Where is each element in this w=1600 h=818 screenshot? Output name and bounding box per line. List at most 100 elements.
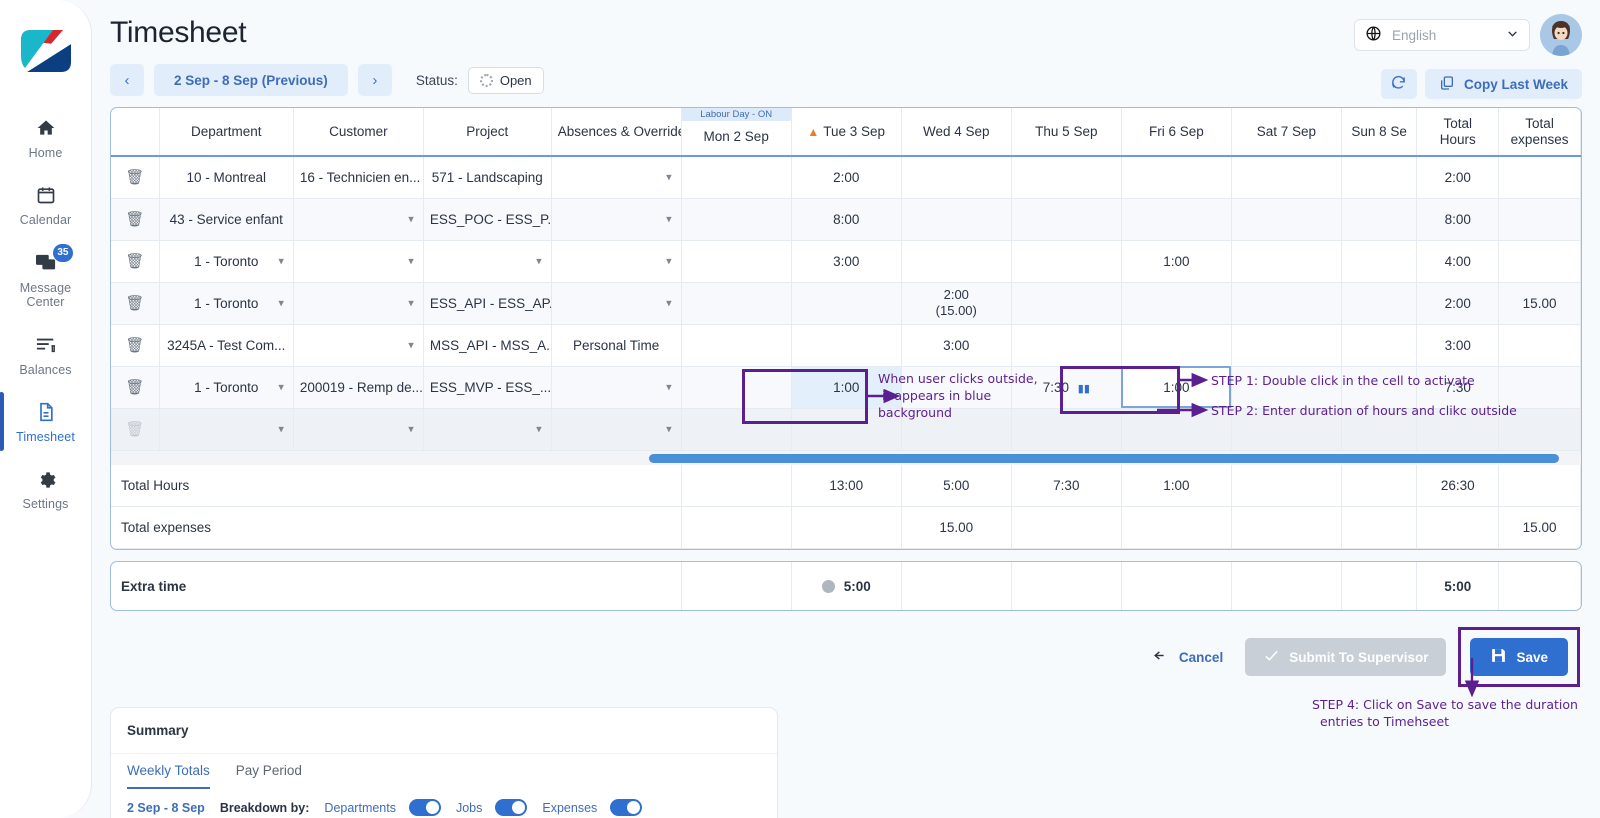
- save-button[interactable]: Save: [1470, 638, 1568, 676]
- cell-department[interactable]: 1 - Toronto ▾: [159, 366, 294, 409]
- cell-customer[interactable]: ▾: [293, 324, 424, 367]
- horizontal-scrollbar[interactable]: [111, 450, 1581, 465]
- sidebar-item-balances[interactable]: Balances: [0, 321, 91, 388]
- cell-mon[interactable]: [681, 324, 792, 367]
- sidebar-item-message-center[interactable]: 35 Message Center: [0, 239, 91, 321]
- next-week-button[interactable]: ›: [357, 64, 392, 96]
- cell-department[interactable]: ▾: [159, 408, 294, 451]
- cell-fri[interactable]: 1:00: [1121, 240, 1232, 283]
- delete-row-button[interactable]: 🗑: [111, 198, 160, 241]
- cell-absences[interactable]: ▾: [551, 156, 682, 199]
- cell-project[interactable]: ▾: [423, 408, 552, 451]
- cancel-button[interactable]: Cancel: [1143, 640, 1233, 674]
- cell-tue[interactable]: [791, 282, 902, 325]
- cell-wed[interactable]: [901, 156, 1012, 199]
- cell-thu[interactable]: [1011, 156, 1122, 199]
- cell-fri[interactable]: [1121, 324, 1232, 367]
- cell-department[interactable]: 3245A - Test Com...: [159, 324, 294, 367]
- cell-customer[interactable]: ▾: [293, 408, 424, 451]
- extra-tue[interactable]: 5:00: [791, 562, 902, 610]
- refresh-button[interactable]: [1380, 69, 1417, 99]
- cell-fri[interactable]: [1121, 408, 1232, 451]
- trash-icon[interactable]: 🗑: [125, 253, 144, 270]
- trash-icon[interactable]: 🗑: [125, 211, 144, 228]
- cell-fri[interactable]: [1121, 282, 1232, 325]
- cell-wed[interactable]: [901, 408, 1012, 451]
- cell-department[interactable]: 10 - Montreal: [159, 156, 294, 199]
- cell-project[interactable]: ESS_POC - ESS_P...: [423, 198, 552, 241]
- cell-customer[interactable]: ▾: [293, 198, 424, 241]
- cell-fri[interactable]: [1121, 198, 1232, 241]
- delete-row-button[interactable]: 🗑: [111, 240, 160, 283]
- cell-sat[interactable]: [1231, 156, 1342, 199]
- language-select[interactable]: English: [1354, 19, 1530, 51]
- cell-tue[interactable]: 8:00: [791, 198, 902, 241]
- submit-to-supervisor-button[interactable]: Submit To Supervisor: [1245, 638, 1447, 676]
- cell-mon[interactable]: [681, 156, 792, 199]
- cell-absences[interactable]: ▾: [551, 282, 682, 325]
- avatar[interactable]: [1540, 14, 1582, 56]
- cell-sat[interactable]: [1231, 408, 1342, 451]
- cell-sun[interactable]: [1341, 198, 1418, 241]
- cell-tue-selected[interactable]: 1:00: [791, 366, 902, 409]
- cell-sat[interactable]: [1231, 324, 1342, 367]
- cell-sat[interactable]: [1231, 282, 1342, 325]
- cell-tue[interactable]: 3:00: [791, 240, 902, 283]
- cell-tue[interactable]: 2:00: [791, 156, 902, 199]
- toggle-jobs[interactable]: [495, 799, 528, 816]
- sidebar-item-home[interactable]: Home: [0, 104, 91, 171]
- delete-row-button[interactable]: 🗑: [111, 156, 160, 199]
- cell-thu[interactable]: [1011, 282, 1122, 325]
- cell-sun[interactable]: [1341, 366, 1418, 409]
- cell-department[interactable]: 43 - Service enfant: [159, 198, 294, 241]
- toggle-departments[interactable]: [408, 799, 441, 816]
- cell-mon[interactable]: [681, 198, 792, 241]
- toggle-expenses[interactable]: [610, 799, 643, 816]
- cell-thu[interactable]: 7:30 ▮▮: [1011, 366, 1122, 409]
- cell-sat[interactable]: [1231, 366, 1342, 409]
- trash-icon[interactable]: 🗑: [125, 337, 144, 354]
- cell-project[interactable]: MSS_API - MSS_A...: [423, 324, 552, 367]
- cell-thu[interactable]: [1011, 408, 1122, 451]
- trash-icon[interactable]: 🗑: [125, 169, 144, 186]
- cell-mon[interactable]: [681, 408, 792, 451]
- cell-wed[interactable]: [901, 366, 1012, 409]
- cell-customer[interactable]: 200019 - Remp de...: [293, 366, 424, 409]
- copy-last-week-button[interactable]: Copy Last Week: [1424, 69, 1582, 99]
- cell-sat[interactable]: [1231, 240, 1342, 283]
- cell-project[interactable]: ESS_API - ESS_AP...: [423, 282, 552, 325]
- sidebar-item-settings[interactable]: Settings: [0, 455, 91, 522]
- sidebar-item-timesheet[interactable]: Timesheet: [0, 388, 91, 455]
- cell-fri[interactable]: [1121, 156, 1232, 199]
- cell-sun[interactable]: [1341, 156, 1418, 199]
- cell-sun[interactable]: [1341, 240, 1418, 283]
- cell-department[interactable]: 1 - Toronto ▾: [159, 282, 294, 325]
- cell-project[interactable]: ESS_MVP - ESS_...: [423, 366, 552, 409]
- cell-sat[interactable]: [1231, 198, 1342, 241]
- tab-pay-period[interactable]: Pay Period: [236, 763, 302, 789]
- cell-sun[interactable]: [1341, 408, 1418, 451]
- cell-sun[interactable]: [1341, 282, 1418, 325]
- trash-icon[interactable]: 🗑: [125, 379, 144, 396]
- cell-wed[interactable]: 2:00 (15.00): [901, 282, 1012, 325]
- cell-tue[interactable]: [791, 324, 902, 367]
- sidebar-item-calendar[interactable]: Calendar: [0, 171, 91, 238]
- cell-sun[interactable]: [1341, 324, 1418, 367]
- delete-row-button[interactable]: 🗑: [111, 366, 160, 409]
- cell-mon[interactable]: [681, 240, 792, 283]
- trash-icon[interactable]: 🗑: [125, 295, 144, 312]
- cell-customer[interactable]: ▾: [293, 282, 424, 325]
- cell-wed[interactable]: 3:00: [901, 324, 1012, 367]
- cell-wed[interactable]: [901, 240, 1012, 283]
- cell-wed[interactable]: [901, 198, 1012, 241]
- cell-project[interactable]: 571 - Landscaping: [423, 156, 552, 199]
- week-range-selector[interactable]: 2 Sep - 8 Sep (Previous): [154, 64, 348, 96]
- cell-fri-editing[interactable]: 1:00: [1121, 366, 1232, 409]
- delete-row-button[interactable]: 🗑: [111, 282, 160, 325]
- cell-project[interactable]: ▾: [423, 240, 552, 283]
- tab-weekly-totals[interactable]: Weekly Totals: [127, 763, 210, 789]
- cell-customer[interactable]: 16 - Technicien en...: [293, 156, 424, 199]
- cell-thu[interactable]: [1011, 324, 1122, 367]
- cell-mon[interactable]: [681, 282, 792, 325]
- scrollbar-thumb[interactable]: [649, 453, 1559, 463]
